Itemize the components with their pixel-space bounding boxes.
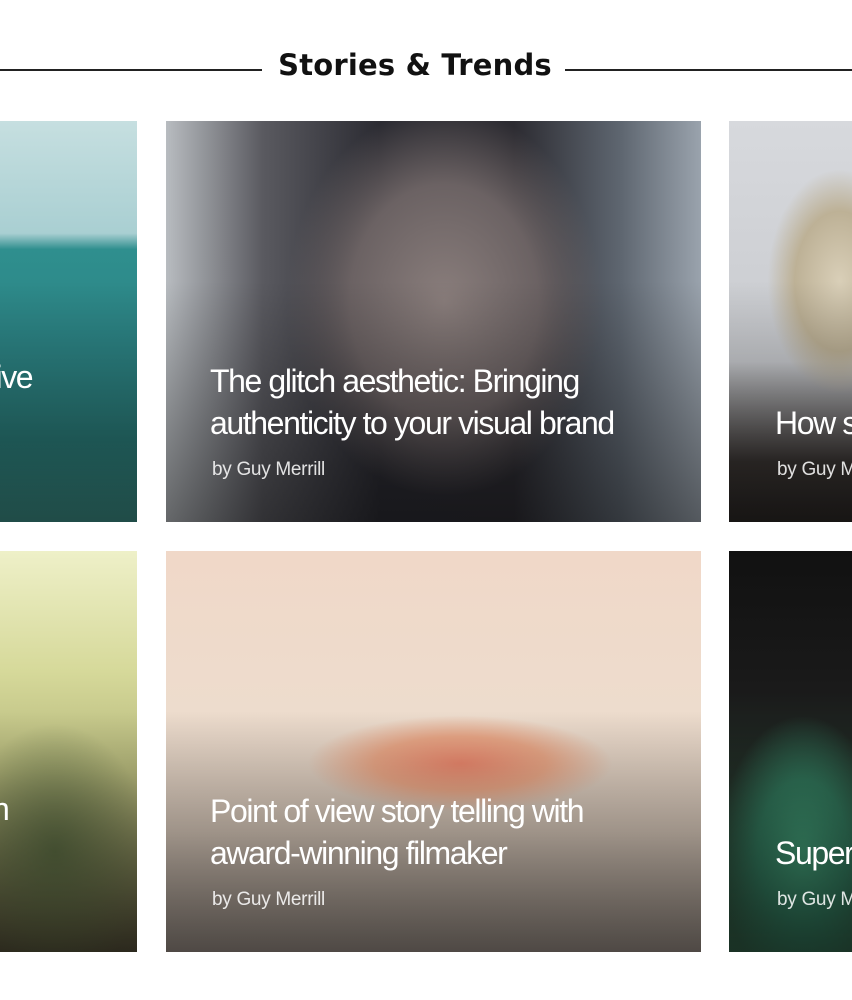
- card-title: Super visual: [775, 835, 852, 871]
- card-shade: [0, 281, 137, 522]
- card-byline: by Guy M: [777, 459, 852, 480]
- card-shade: [0, 711, 137, 952]
- section-divider-right: [565, 69, 852, 71]
- card-title: Point of view story telling with award-w…: [210, 793, 585, 871]
- card-byline: by Guy Merrill: [212, 459, 325, 480]
- card-title: How s influen: [775, 405, 852, 441]
- story-card-glitch[interactable]: The glitch aesthetic: Bringing authentic…: [166, 121, 701, 522]
- story-card-crowd[interactable]: h: [0, 551, 137, 952]
- card-byline: by Guy Merrill: [212, 889, 325, 910]
- story-card-texture[interactable]: Super visual by Guy M: [729, 551, 852, 952]
- card-title: The glitch aesthetic: Bringing authentic…: [210, 363, 615, 441]
- card-title: h: [0, 788, 137, 830]
- story-card-ocean[interactable]: tive: [0, 121, 137, 522]
- card-title: tive: [0, 359, 34, 395]
- section-title: Stories & Trends: [278, 48, 552, 82]
- story-card-influencer[interactable]: How s influen by Guy M: [729, 121, 852, 522]
- card-byline: by Guy M: [777, 889, 852, 910]
- story-card-seagull[interactable]: Point of view story telling with award-w…: [166, 551, 701, 952]
